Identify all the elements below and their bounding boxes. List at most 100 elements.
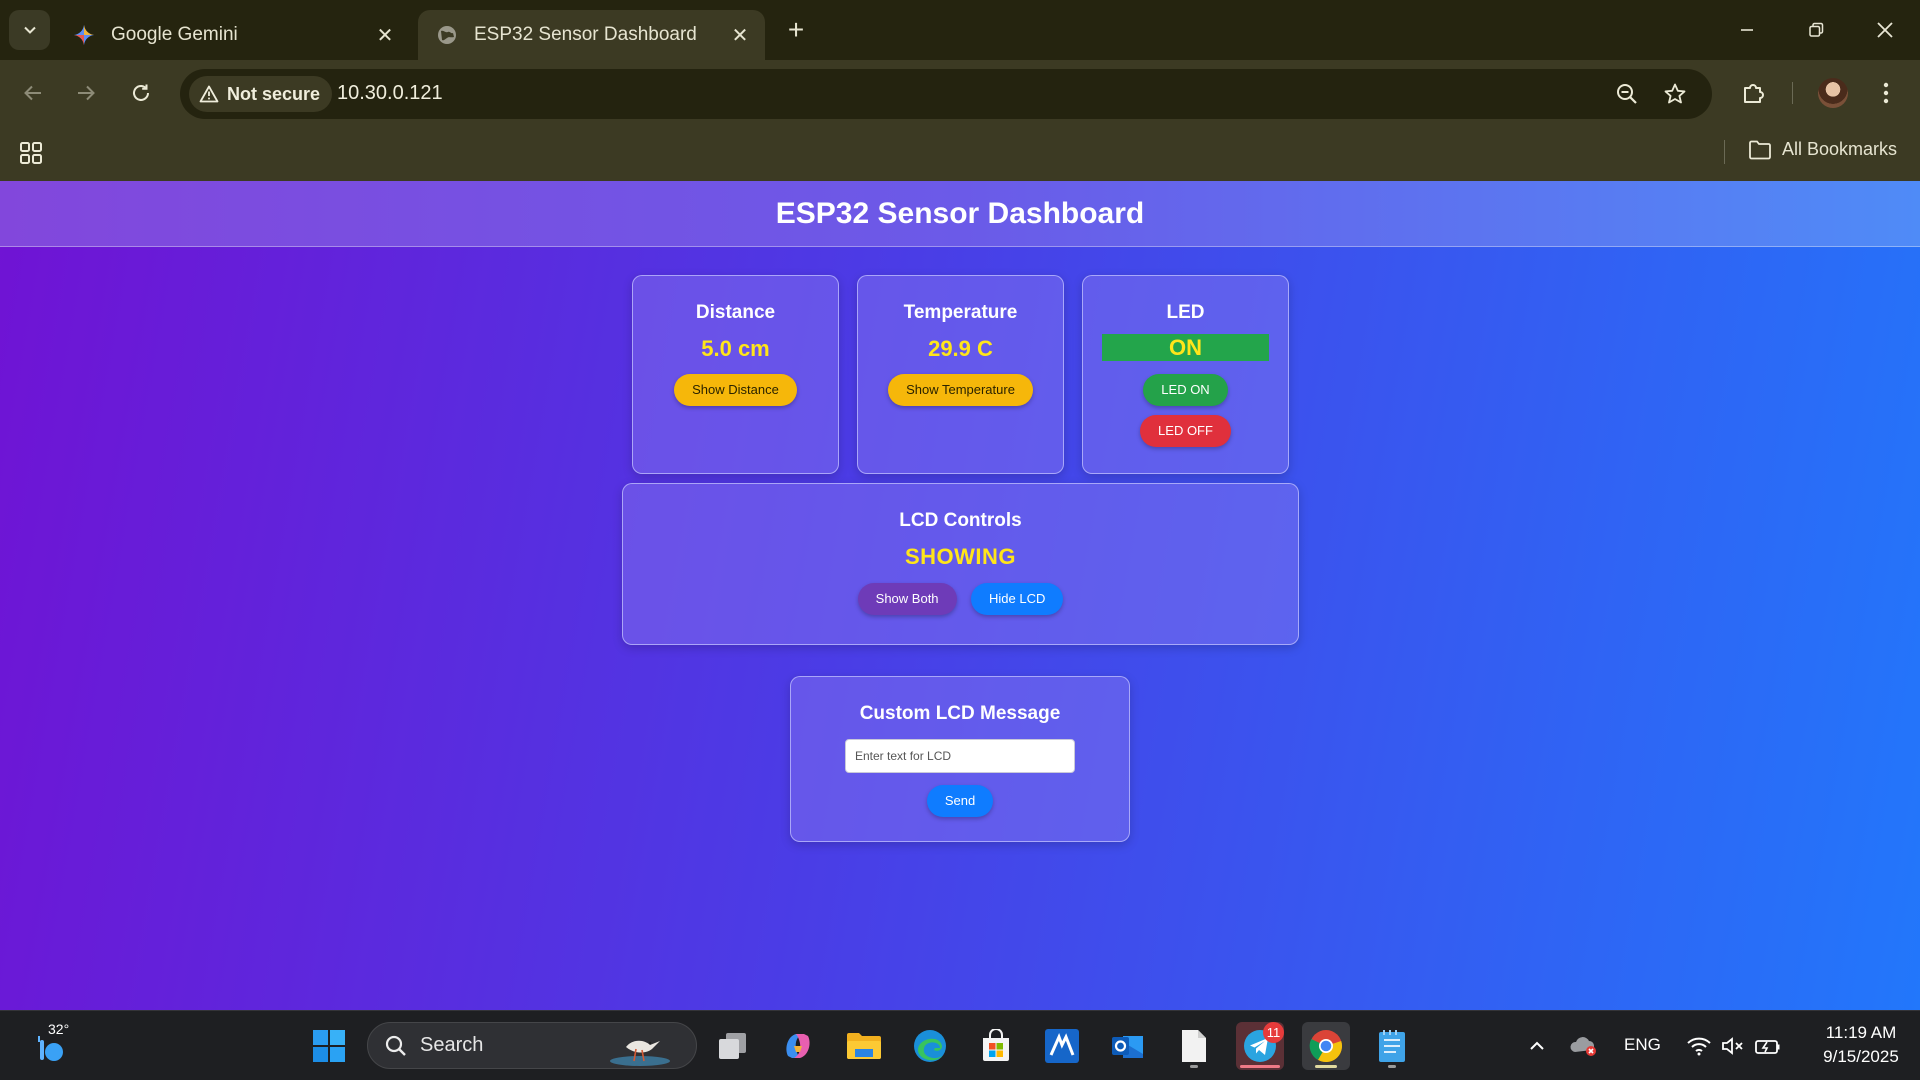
weather-temperature: 32°: [48, 1021, 70, 1037]
taskbar-notepad[interactable]: [1368, 1022, 1416, 1070]
led-off-button[interactable]: LED OFF: [1140, 415, 1231, 447]
temperature-heading: Temperature: [903, 302, 1018, 323]
bird-illustration-icon: [610, 1040, 670, 1066]
page-viewport: ESP32 Sensor Dashboard Distance 5.0 cm S…: [0, 181, 1920, 1010]
task-view-button[interactable]: [709, 1022, 757, 1070]
store-icon: [983, 1029, 1009, 1061]
tab-search-button[interactable]: [9, 10, 50, 50]
reload-button[interactable]: [123, 75, 159, 111]
profile-avatar[interactable]: [1818, 78, 1848, 108]
all-bookmarks-button[interactable]: All Bookmarks: [1748, 139, 1897, 160]
taskbar-file[interactable]: [1170, 1022, 1218, 1070]
globe-icon: [436, 24, 458, 46]
taskbar-app-m[interactable]: [1038, 1022, 1086, 1070]
apps-grid-icon[interactable]: [18, 140, 44, 166]
show-both-button[interactable]: Show Both: [857, 583, 957, 615]
taskbar-file-explorer[interactable]: [840, 1022, 888, 1070]
tab-strip: Google Gemini ✕ ESP32 Sensor Dashboard ✕…: [0, 0, 1920, 60]
close-icon: [1877, 22, 1893, 38]
search-label: Search: [420, 1034, 484, 1056]
app-m-icon: [1045, 1029, 1079, 1063]
star-icon: [1664, 83, 1686, 104]
taskbar-outlook[interactable]: [1104, 1022, 1152, 1070]
puzzle-icon: [1744, 84, 1764, 103]
zoom-button[interactable]: [1614, 81, 1640, 107]
edge-icon: [914, 1030, 946, 1062]
led-on-button[interactable]: LED ON: [1143, 374, 1228, 406]
taskbar-telegram[interactable]: 11: [1236, 1022, 1284, 1070]
hide-lcd-button[interactable]: Hide LCD: [970, 583, 1064, 615]
custom-message-card: Custom LCD Message Send: [790, 676, 1130, 842]
minimize-icon: [1741, 29, 1753, 31]
reload-icon: [133, 84, 149, 101]
taskbar-copilot[interactable]: [774, 1022, 822, 1070]
folder-icon: [847, 1033, 881, 1059]
page-title: ESP32 Sensor Dashboard: [775, 196, 1145, 230]
tab-title: Google Gemini: [111, 24, 238, 45]
browser-menu-button[interactable]: [1868, 75, 1904, 111]
tab-esp32-dashboard[interactable]: ESP32 Sensor Dashboard ✕: [418, 10, 765, 60]
taskbar-chrome[interactable]: [1302, 1022, 1350, 1070]
distance-card: Distance 5.0 cm Show Distance: [632, 275, 839, 474]
distance-heading: Distance: [695, 302, 776, 323]
active-indicator: [1240, 1065, 1280, 1068]
close-tab-icon[interactable]: ✕: [372, 22, 398, 48]
led-card: LED ON LED ON LED OFF: [1082, 275, 1289, 474]
arrow-right-icon: [78, 85, 95, 101]
send-button[interactable]: Send: [926, 785, 994, 817]
notepad-icon: [1379, 1030, 1405, 1062]
volume-muted-icon: [1722, 1037, 1743, 1055]
extensions-button[interactable]: [1736, 75, 1772, 111]
battery-charging-icon: [1755, 1040, 1780, 1054]
url-text[interactable]: 10.30.0.121: [337, 82, 443, 105]
new-tab-button[interactable]: +: [780, 14, 812, 46]
active-indicator: [1315, 1065, 1337, 1068]
taskbar-edge[interactable]: [906, 1022, 954, 1070]
document-icon: [1182, 1030, 1206, 1062]
close-window-button[interactable]: [1858, 8, 1912, 52]
warning-icon: [199, 85, 219, 103]
lcd-controls-card: LCD Controls SHOWING Show Both Hide LCD: [622, 483, 1299, 645]
tab-google-gemini[interactable]: Google Gemini ✕: [55, 10, 410, 60]
taskbar-microsoft-store[interactable]: [972, 1022, 1020, 1070]
security-indicator[interactable]: Not secure: [189, 76, 333, 112]
custom-message-heading: Custom LCD Message: [859, 703, 1061, 724]
arrow-left-icon: [24, 85, 41, 101]
outlook-icon: [1112, 1036, 1143, 1058]
close-tab-icon[interactable]: ✕: [727, 22, 753, 48]
distance-value: 5.0 cm: [701, 336, 770, 361]
bookmarks-bar: All Bookmarks: [0, 126, 1920, 181]
page-header: ESP32 Sensor Dashboard: [0, 181, 1920, 247]
forward-button[interactable]: [68, 75, 104, 111]
bookmarks-divider: [1724, 140, 1725, 164]
lcd-message-input[interactable]: [845, 739, 1075, 773]
address-bar[interactable]: Not secure 10.30.0.121: [180, 69, 1712, 119]
temperature-value: 29.9 C: [928, 336, 993, 361]
cloud-error-icon: [1570, 1037, 1596, 1056]
wifi-icon: [1687, 1037, 1711, 1056]
show-hidden-icons-button[interactable]: [1512, 1022, 1562, 1070]
lcd-heading: LCD Controls: [899, 510, 1022, 531]
back-button[interactable]: [15, 75, 51, 111]
restore-icon: [1809, 22, 1824, 37]
weather-widget[interactable]: 32°: [22, 1021, 82, 1070]
windows-taskbar: 32° Search 11 ENG 11:19 AM 9/15/2025: [0, 1010, 1920, 1080]
led-heading: LED: [1166, 302, 1205, 323]
clock[interactable]: 11:19 AM 9/15/2025: [1812, 1021, 1910, 1069]
chevron-down-icon: [23, 26, 36, 34]
led-status-badge: ON: [1102, 334, 1269, 361]
minimize-button[interactable]: [1720, 8, 1774, 52]
start-button[interactable]: [305, 1022, 353, 1070]
zoom-out-icon: [1617, 84, 1637, 104]
show-temperature-button[interactable]: Show Temperature: [888, 374, 1033, 406]
language-indicator[interactable]: ENG: [1624, 1035, 1661, 1055]
bookmark-star-button[interactable]: [1662, 81, 1688, 107]
browser-toolbar: Not secure 10.30.0.121: [0, 60, 1920, 126]
quick-settings-button[interactable]: [1674, 1022, 1794, 1070]
show-distance-button[interactable]: Show Distance: [674, 374, 797, 406]
taskbar-search[interactable]: Search: [367, 1022, 697, 1069]
onedrive-status-button[interactable]: [1562, 1022, 1606, 1070]
windows-icon: [313, 1030, 345, 1062]
lcd-status-text: SHOWING: [904, 544, 1017, 569]
restore-button[interactable]: [1789, 8, 1843, 52]
